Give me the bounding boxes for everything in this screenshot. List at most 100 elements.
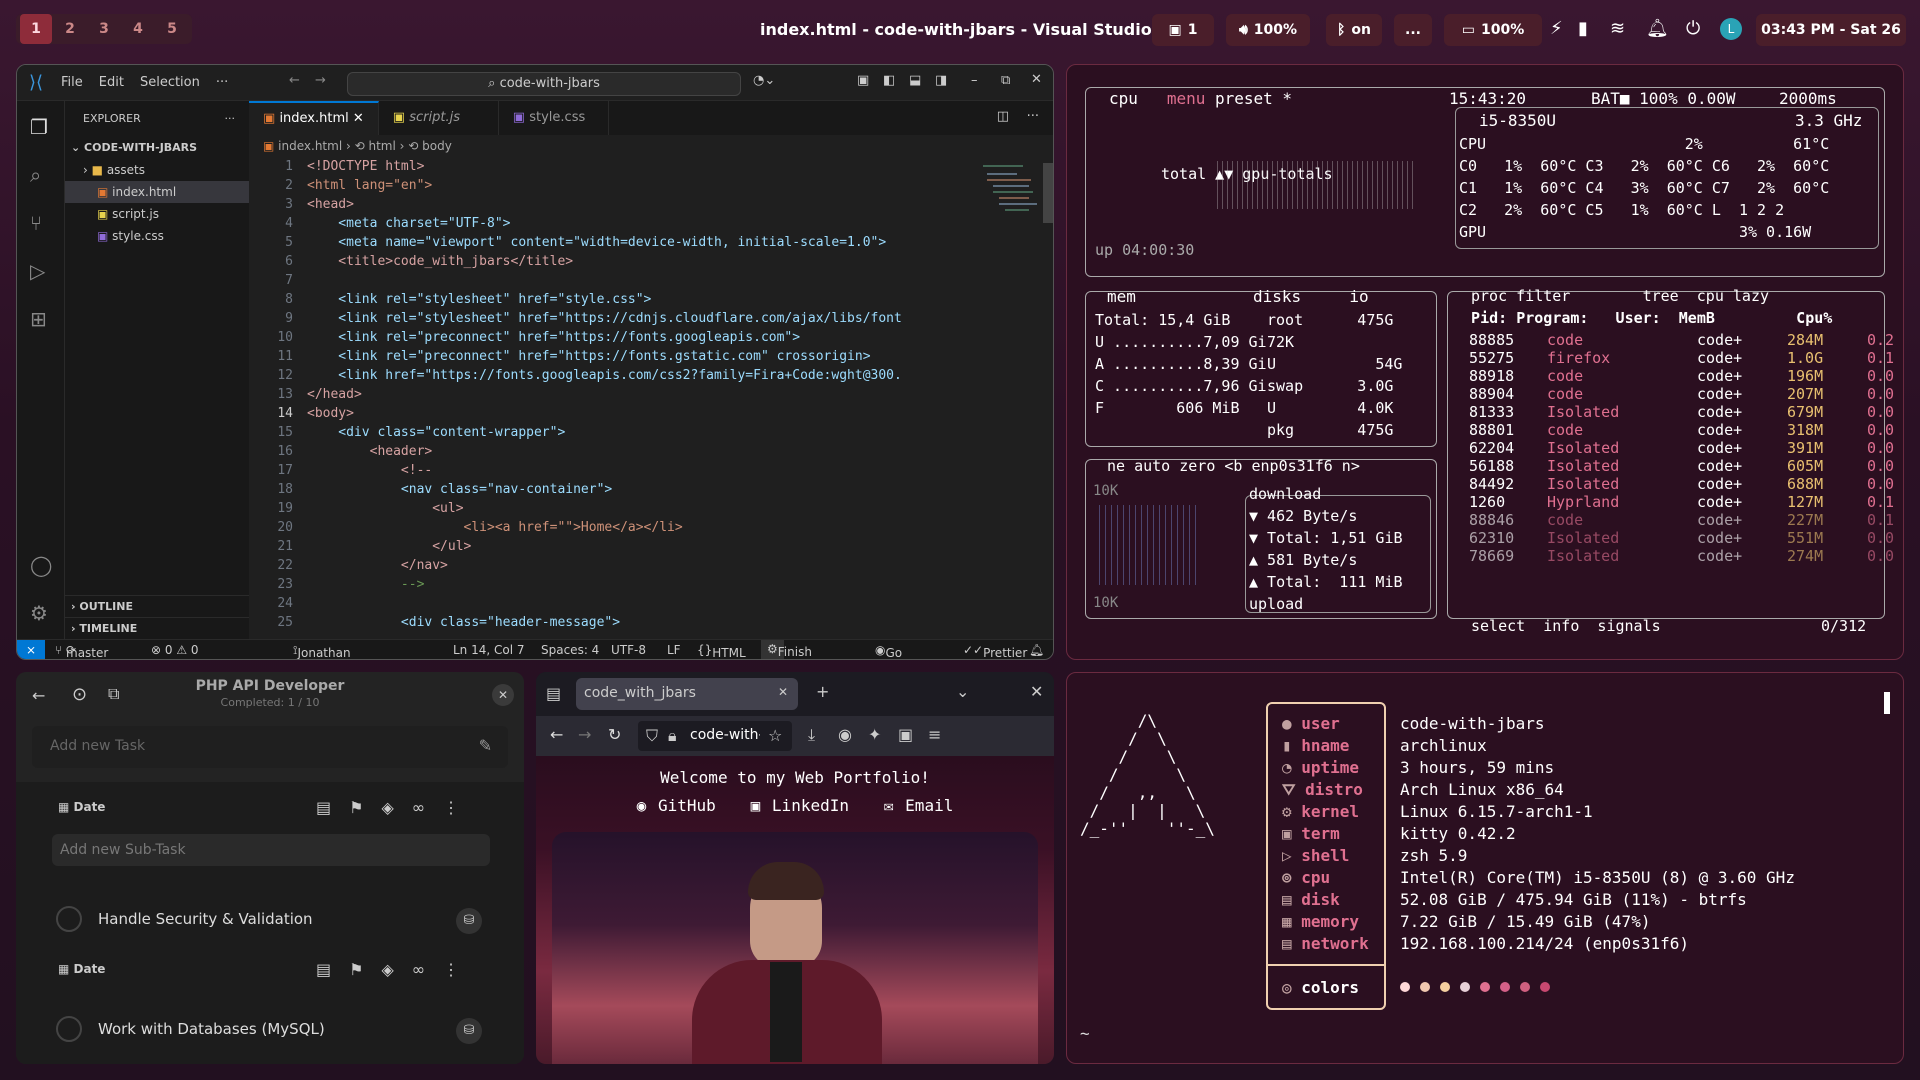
user-avatar[interactable]: L (1720, 18, 1742, 40)
tab-close-icon[interactable]: ✕ (778, 685, 788, 699)
code-line[interactable]: <body> (307, 406, 354, 421)
reload-icon[interactable]: ↻ (608, 725, 621, 744)
clock[interactable]: 03:43 PM - Sat 26 (1756, 14, 1906, 46)
close-icon[interactable]: ✕ (1031, 72, 1042, 87)
menu-edit[interactable]: Edit (99, 75, 124, 90)
outline-section[interactable]: › OUTLINE (65, 595, 249, 617)
code-line[interactable]: <html lang="en"> (307, 178, 432, 193)
shell-prompt[interactable]: ~ (1080, 1024, 1090, 1043)
more-vertical-icon[interactable]: ⋮ (443, 798, 477, 817)
split-editor-icon[interactable]: ◫ (997, 109, 1009, 124)
clipboard-icon[interactable]: ▤ (316, 960, 349, 979)
workspace-3[interactable]: 3 (88, 14, 120, 44)
package-updates[interactable]: ▣ 1 (1152, 14, 1214, 46)
download-icon[interactable]: ⤓ (808, 725, 815, 745)
browser-tab[interactable]: code_with_jbars ✕ (576, 678, 798, 710)
layout-toggle-icon[interactable]: ▣ (857, 73, 869, 88)
screenshot-icon[interactable]: ▣ (898, 725, 913, 744)
project-folder[interactable]: ⌄ CODE-WITH-JBARS (65, 137, 249, 159)
settings-gear-icon[interactable]: ⚙ (30, 601, 48, 625)
task-checkbox[interactable] (56, 1016, 82, 1042)
close-icon[interactable]: ✕ (492, 684, 514, 706)
proc-header[interactable]: proc filter tree cpu lazy (1471, 287, 1769, 305)
git-branch[interactable]: ⑂ master ⟳ (55, 643, 108, 659)
git-blame[interactable]: ⟟ Jonathan (4 days ago) (293, 643, 351, 659)
tab-close-icon[interactable]: ✕ (353, 111, 364, 126)
code-line[interactable]: <meta charset="UTF-8"> (307, 216, 510, 231)
list-tabs-icon[interactable]: ⌄ (956, 682, 969, 701)
indentation[interactable]: Spaces: 4 (541, 643, 599, 657)
minimize-icon[interactable]: – (971, 73, 978, 88)
finish-setup[interactable]: ⚙ Finish Setup (761, 640, 812, 659)
code-line[interactable]: <nav class="nav-container"> (307, 482, 612, 497)
equalizer-icon[interactable]: ▮ (1578, 18, 1588, 39)
problems-indicator[interactable]: ⊗ 0 ⚠ 0 (151, 643, 199, 657)
notifications-bell-icon[interactable]: 🔔︎ (1029, 643, 1044, 657)
add-subtask-input[interactable]: Add new Sub-Task (52, 834, 490, 866)
add-task-input[interactable]: Add new Task ✎ (32, 726, 508, 768)
workspace-5[interactable]: 5 (156, 14, 188, 44)
assign-icon[interactable]: ⛁ (456, 1018, 482, 1044)
linkedin-link[interactable]: ▣ LinkedIn (751, 796, 849, 815)
tag-icon[interactable]: ◈ (381, 960, 411, 979)
menu-file[interactable]: File (61, 75, 83, 90)
code-line[interactable]: --> (307, 577, 425, 592)
date-chip[interactable]: ▦ Date (58, 800, 105, 814)
panel-toggle-icon[interactable]: ⬓ (909, 73, 921, 88)
proc-footer[interactable]: select info signals (1471, 617, 1661, 635)
code-line[interactable]: <div class="header-message"> (307, 615, 620, 630)
line-ending[interactable]: LF (667, 643, 681, 657)
bluetooth-indicator[interactable]: ᛒ on (1326, 14, 1382, 46)
breadcrumb-html[interactable]: html (368, 139, 395, 153)
code-line[interactable]: <!-- (307, 463, 432, 478)
code-line[interactable]: <link rel="preconnect" href="https://fon… (307, 349, 870, 364)
flag-icon[interactable]: ⚑ (349, 798, 381, 817)
code-line[interactable]: <header> (307, 444, 433, 459)
forward-arrow-icon[interactable]: → (578, 725, 591, 744)
tag-icon[interactable]: ◈ (381, 798, 411, 817)
menu-more[interactable]: ··· (216, 75, 228, 90)
btop-interval[interactable]: 2000ms (1779, 89, 1837, 108)
cast-icon[interactable]: ◉ (838, 725, 852, 744)
tree-item-style-css[interactable]: ▣ style.css (65, 225, 249, 247)
flag-icon[interactable]: ⚑ (349, 960, 381, 979)
go-live-button[interactable]: ◉ Go Live (875, 643, 902, 659)
remote-icon[interactable]: ⨯ (17, 640, 45, 659)
extensions-icon[interactable]: ✦ (868, 725, 881, 744)
link-icon[interactable]: ∞ (412, 960, 443, 979)
account-icon[interactable]: ◯ (30, 553, 52, 577)
code-line[interactable]: <link href="https://fonts.googleapis.com… (307, 368, 902, 383)
code-line[interactable]: <meta name="viewport" content="width=dev… (307, 235, 886, 250)
code-line[interactable]: <title>code_with_jbars</title> (307, 254, 573, 269)
volume-indicator[interactable]: 🔊︎ 100% (1226, 14, 1310, 46)
net-header[interactable]: ne auto zero <b enp0s31f6 n> (1107, 457, 1360, 475)
extensions-icon[interactable]: ⊞ (30, 307, 47, 331)
back-arrow-icon[interactable]: ← (289, 73, 300, 88)
code-line[interactable]: <ul> (307, 501, 463, 516)
more-button[interactable]: ... (1394, 14, 1432, 46)
tree-item-assets[interactable]: › ■ assets (65, 159, 249, 181)
copilot-icon[interactable]: ◔⌄ (753, 73, 775, 88)
workspace-4[interactable]: 4 (122, 14, 154, 44)
github-link[interactable]: ◉ GitHub (637, 796, 716, 815)
sidebar-toggle-icon[interactable]: ◧ (883, 73, 895, 88)
code-line[interactable]: <link rel="preconnect" href="https://fon… (307, 330, 800, 345)
more-vertical-icon[interactable]: ⋮ (443, 960, 477, 979)
explorer-more-icon[interactable]: ··· (225, 101, 236, 137)
run-debug-icon[interactable]: ▷ (30, 259, 45, 283)
close-icon[interactable]: ✕ (1030, 682, 1043, 701)
tree-item-index-html[interactable]: ▣ index.html (65, 181, 249, 203)
tab-index-html[interactable]: ▣ index.html ✕ (249, 101, 379, 135)
breadcrumb-body[interactable]: body (422, 139, 452, 153)
code-line[interactable]: </head> (307, 387, 362, 402)
new-tab-icon[interactable]: + (816, 682, 829, 701)
tab-overview-icon[interactable]: ▤ (546, 684, 561, 703)
assign-icon[interactable]: ⛁ (456, 908, 482, 934)
layers-icon[interactable]: ≋ (1610, 18, 1625, 39)
code-line[interactable]: </ul> (307, 539, 471, 554)
code-line[interactable]: <head> (307, 197, 354, 212)
task-item-title[interactable]: Work with Databases (MySQL) (98, 1020, 325, 1038)
notification-bell-icon[interactable]: 🔔︎ (1646, 18, 1669, 39)
maximize-icon[interactable]: ⧉ (1001, 73, 1010, 88)
bookmark-star-icon[interactable]: ☆ (768, 726, 782, 745)
